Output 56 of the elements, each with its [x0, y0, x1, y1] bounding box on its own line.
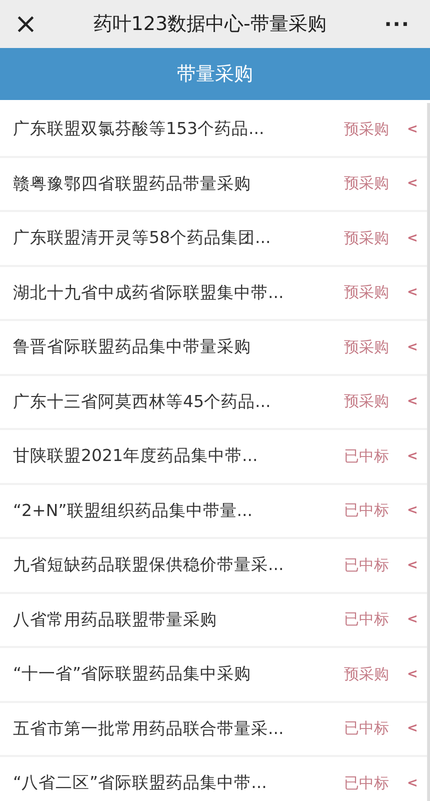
status-label: 预采购: [344, 338, 389, 357]
item-title: 广东联盟清开灵等58个药品集团...: [13, 227, 272, 250]
status-label: 预采购: [344, 664, 389, 684]
arrow-icon: <: [407, 612, 417, 628]
status-label: 已中标: [344, 774, 389, 793]
list-item[interactable]: 甘陕联盟2021年度药品集中带... 已中标 <: [0, 430, 427, 484]
status-label: 预采购: [344, 283, 389, 302]
item-title: “八省二区”省际联盟药品集中带...: [13, 772, 268, 794]
item-title: 五省市第一批常用药品联合带量采...: [13, 718, 285, 740]
arrow-icon: <: [407, 721, 417, 736]
arrow-icon: <: [407, 176, 417, 192]
item-title: “十一省”省际联盟药品集中采购: [13, 663, 252, 686]
arrow-icon: <: [407, 394, 417, 410]
arrow-icon: <: [407, 666, 417, 682]
list-item[interactable]: 八省常用药品联盟带量采购 已中标 <: [0, 594, 427, 648]
item-title: 湖北十九省中成药省际联盟集中带...: [13, 282, 285, 304]
item-title: 甘陕联盟2021年度药品集中带...: [13, 445, 259, 468]
status-label: 已中标: [344, 446, 389, 466]
list-item[interactable]: 五省市第一批常用药品联合带量采... 已中标 <: [0, 702, 427, 757]
list-item[interactable]: 广东联盟清开灵等58个药品集团... 预采购 <: [0, 212, 427, 266]
list-item[interactable]: “八省二区”省际联盟药品集中带... 已中标 <: [0, 757, 427, 801]
status-label: 预采购: [344, 174, 389, 194]
list-item[interactable]: 湖北十九省中成药省际联盟集中带... 预采购 <: [0, 266, 427, 321]
arrow-icon: <: [407, 776, 417, 791]
status-label: 已中标: [344, 556, 389, 575]
list-item[interactable]: “十一省”省际联盟药品集中采购 预采购 <: [0, 648, 427, 702]
item-title: “2+N”联盟组织药品集中带量...: [13, 500, 254, 522]
arrow-icon: <: [407, 122, 417, 137]
arrow-icon: <: [407, 285, 417, 300]
status-label: 预采购: [344, 228, 389, 248]
status-label: 已中标: [344, 719, 389, 738]
arrow-icon: <: [407, 558, 417, 573]
item-title: 八省常用药品联盟带量采购: [13, 608, 218, 631]
item-title: 九省短缺药品联盟保供稳价带量采...: [13, 554, 285, 576]
status-label: 预采购: [344, 120, 389, 139]
status-label: 已中标: [344, 610, 389, 630]
list-item[interactable]: 广东联盟双氯芬酸等153个药品... 预采购 <: [0, 103, 427, 158]
item-title: 广东十三省阿莫西林等45个药品...: [13, 390, 272, 413]
arrow-icon: <: [407, 503, 417, 518]
item-title: 赣粤豫鄂四省联盟药品带量采购: [13, 172, 252, 195]
list-item[interactable]: 九省短缺药品联盟保供稳价带量采... 已中标 <: [0, 539, 427, 594]
item-title: 鲁晋省际联盟药品集中带量采购: [13, 336, 252, 358]
status-label: 预采购: [344, 392, 389, 412]
status-label: 已中标: [344, 501, 389, 520]
list-item[interactable]: “2+N”联盟组织药品集中带量... 已中标 <: [0, 484, 427, 539]
more-button[interactable]: ···: [378, 11, 416, 37]
list-item[interactable]: 广东十三省阿莫西林等45个药品... 预采购 <: [0, 376, 427, 430]
close-button[interactable]: ×: [10, 10, 42, 38]
arrow-icon: <: [407, 340, 417, 355]
arrow-icon: <: [407, 448, 417, 464]
list-item[interactable]: 赣粤豫鄂四省联盟药品带量采购 预采购 <: [0, 158, 427, 212]
list-item[interactable]: 鲁晋省际联盟药品集中带量采购 预采购 <: [0, 321, 427, 376]
arrow-icon: <: [407, 230, 417, 246]
section-title: 带量采购: [177, 62, 253, 87]
item-title: 广东联盟双氯芬酸等153个药品...: [13, 118, 266, 140]
page-title: 药叶123数据中心-带量采购: [92, 12, 328, 37]
